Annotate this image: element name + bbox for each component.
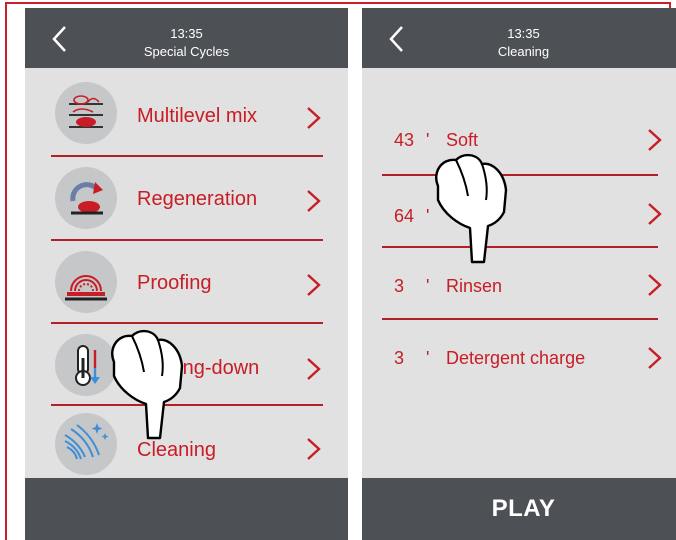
cleaning-icon	[55, 413, 117, 475]
clock-time: 13:35	[507, 26, 540, 41]
regeneration-icon	[55, 167, 117, 229]
program-name: Soft	[446, 130, 479, 150]
clock-time: 13:35	[170, 26, 203, 41]
menu-item-label: Proofing	[137, 272, 212, 294]
menu-item-regeneration[interactable]: Regeneration	[25, 156, 348, 240]
play-button-label: PLAY	[491, 495, 556, 522]
special-cycles-screen: 13:35 Special Cycles Multilevel mix Rege…	[25, 8, 348, 540]
minutes-unit: '	[426, 276, 430, 296]
chevron-right-icon	[648, 203, 662, 225]
menu-item-label: Cleaning	[137, 439, 216, 461]
chevron-right-icon	[648, 347, 662, 369]
cleaning-screen: 13:35 Cleaning 43 ' Soft 64 ' 3 ' Rinsen…	[362, 8, 676, 540]
minutes-unit: '	[426, 348, 430, 368]
cleaning-program-detergent-charge[interactable]: 3 ' Detergent charge	[362, 320, 676, 390]
duration-minutes: 3	[394, 348, 405, 368]
cleaning-program-rinsen[interactable]: 3 ' Rinsen	[362, 248, 676, 318]
chevron-right-icon	[307, 358, 321, 380]
menu-item-proofing[interactable]: Proofing	[25, 240, 348, 324]
screen-title: Cleaning	[497, 44, 550, 59]
cleaning-program-soft[interactable]: 43 ' Soft	[362, 104, 676, 174]
chevron-right-icon	[648, 129, 662, 151]
program-name: Detergent charge	[446, 348, 586, 368]
top-bar: 13:35 Special Cycles	[25, 8, 348, 68]
program-name: Rinsen	[446, 276, 503, 296]
minutes-unit: '	[426, 130, 430, 150]
multilevel-mix-icon	[55, 82, 117, 144]
cleaning-program-medium[interactable]: 64 '	[362, 176, 676, 246]
thermometer-icon	[55, 334, 117, 396]
menu-item-cooling-down[interactable]: Cooling-down	[25, 323, 348, 407]
bottom-bar	[25, 478, 348, 540]
menu-item-cleaning[interactable]: Cleaning	[25, 405, 348, 489]
chevron-right-icon	[307, 274, 321, 296]
play-button[interactable]: PLAY	[362, 478, 676, 540]
menu-item-multilevel-mix[interactable]: Multilevel mix	[25, 71, 348, 155]
duration-minutes: 43	[394, 130, 415, 150]
chevron-right-icon	[307, 107, 321, 129]
manual-figure-frame: 13:35 Special Cycles Multilevel mix Rege…	[5, 2, 676, 540]
chevron-right-icon	[648, 274, 662, 296]
screen-title: Special Cycles	[143, 44, 230, 59]
menu-item-label: Regeneration	[137, 188, 258, 210]
duration-minutes: 3	[394, 276, 405, 296]
chevron-right-icon	[307, 190, 321, 212]
menu-item-label: Multilevel mix	[137, 105, 258, 127]
top-bar: 13:35 Cleaning	[362, 8, 676, 68]
duration-minutes: 64	[394, 206, 415, 226]
minutes-unit: '	[426, 206, 430, 226]
chevron-right-icon	[307, 438, 321, 460]
proofing-icon	[55, 251, 117, 313]
menu-item-label: Cooling-down	[137, 357, 260, 379]
